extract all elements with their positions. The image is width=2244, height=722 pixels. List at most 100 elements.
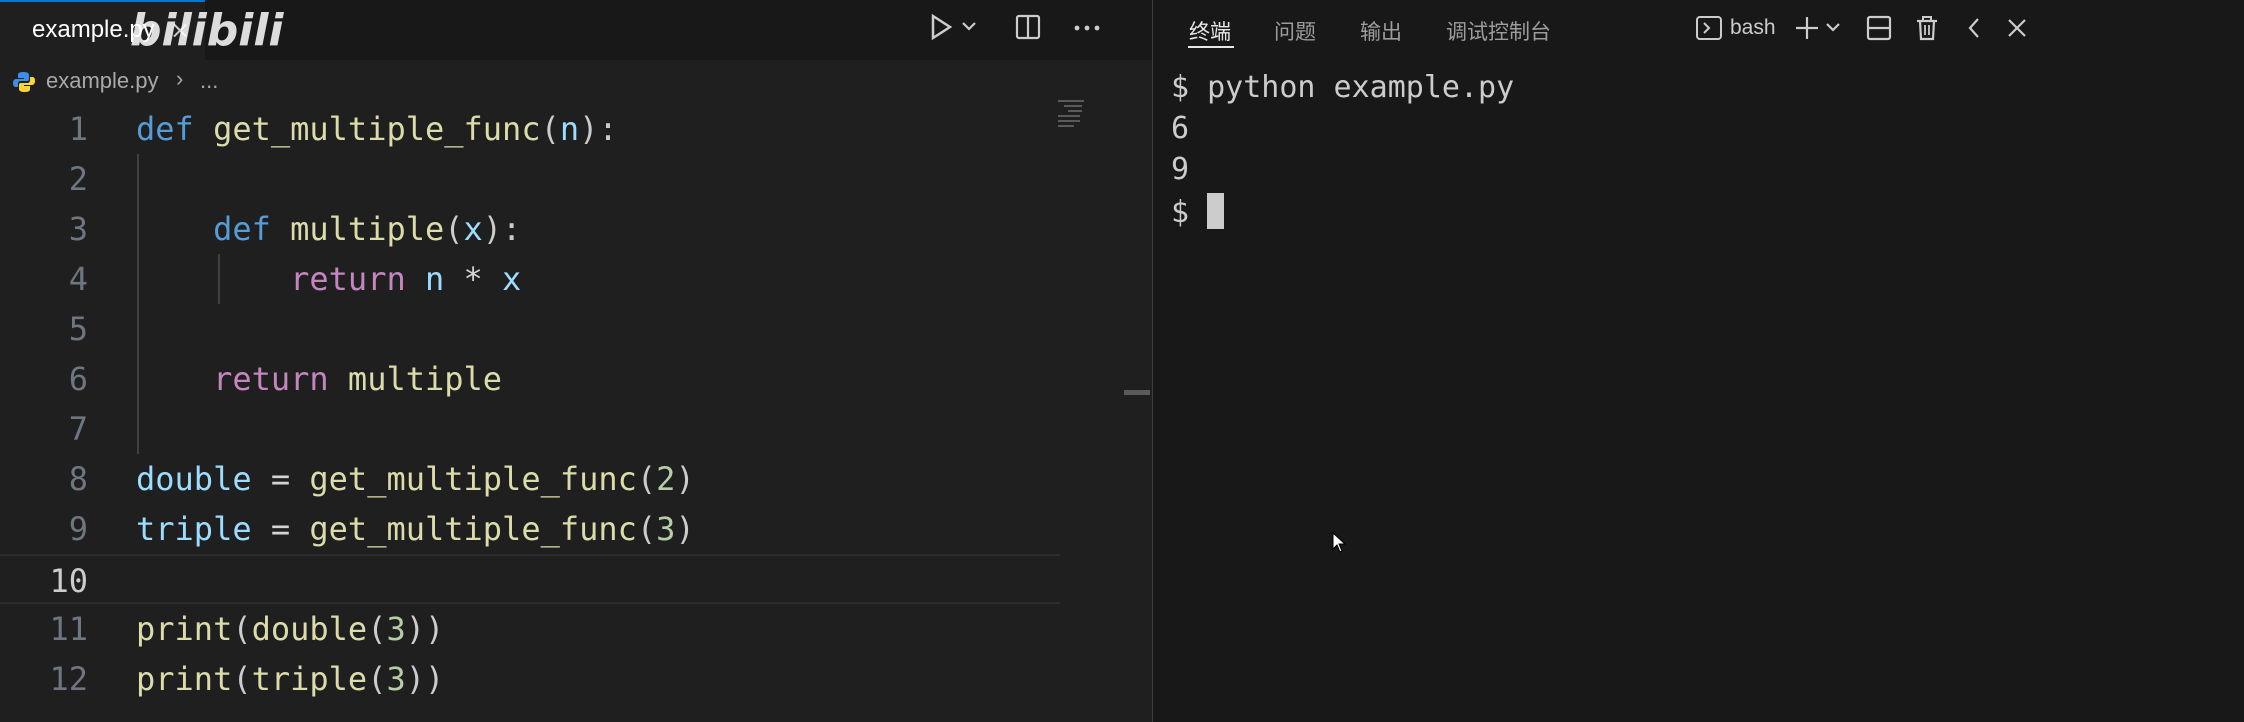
run-dropdown-icon[interactable] [960, 16, 978, 40]
terminal-line: $ python example.py [1171, 70, 1514, 105]
code-text: def multiple(x): [136, 210, 521, 248]
code-token: x [463, 210, 483, 248]
code-token: = [251, 460, 310, 498]
more-actions-icon[interactable] [1072, 12, 1102, 46]
line-number: 7 [68, 410, 88, 448]
code-token: double [251, 610, 368, 648]
code-token: ( [232, 660, 252, 698]
terminal-line: $ [1171, 193, 1225, 230]
tab-output[interactable]: 输出 [1360, 16, 1402, 46]
code-token: ): [482, 210, 522, 248]
code-token: triple [136, 510, 252, 548]
code-text: triple = get_multiple_func(3) [136, 510, 695, 548]
line-number: 3 [68, 210, 88, 248]
code-token: ( [636, 460, 657, 498]
code-token: get_multiple_func [309, 460, 637, 498]
code-token: )) [405, 610, 445, 648]
mouse-cursor-icon [1332, 532, 1347, 553]
terminal-text: $ python example.py [1171, 70, 1515, 105]
terminal-text: 6 [1171, 111, 1190, 146]
close-panel-icon[interactable] [2004, 14, 2030, 46]
code-token: 2 [656, 460, 676, 498]
code-line[interactable]: 11 print(double(3)) [0, 604, 1060, 654]
terminal-icon[interactable] [1695, 14, 1723, 46]
code-line[interactable]: 10 [0, 554, 1060, 604]
code-token: get_multiple_func [309, 510, 637, 548]
code-line[interactable]: 9 triple = get_multiple_func(3) [0, 504, 1060, 554]
terminal-panel: 终端 问题 输出 调试控制台 bash $ python example.py … [1153, 0, 2244, 722]
editor-tab-bar: example.py × bilibili [0, 0, 1152, 60]
code-line[interactable]: 12 print(triple(3)) [0, 654, 1060, 704]
code-line[interactable]: 5 [0, 304, 1060, 354]
breadcrumb-separator: › [176, 66, 184, 91]
code-token: ( [367, 610, 387, 648]
shell-name[interactable]: bash [1730, 16, 1776, 40]
split-editor-icon[interactable] [1014, 12, 1042, 46]
line-number: 1 [68, 110, 88, 148]
code-token: ) [675, 460, 695, 498]
code-token: * [444, 260, 503, 298]
code-line[interactable]: 3 def multiple(x): [0, 204, 1060, 254]
code-token: double [136, 460, 252, 498]
line-number: 8 [68, 460, 88, 498]
svg-text:bilibili: bilibili [130, 5, 284, 56]
code-token: ( [232, 610, 252, 648]
run-icon[interactable] [928, 12, 954, 46]
code-token: n [424, 260, 445, 298]
code-line[interactable]: 4 return n * x [0, 254, 1060, 304]
terminal-text: 9 [1171, 152, 1190, 187]
code-token: triple [251, 660, 368, 698]
line-number: 11 [49, 610, 88, 648]
scrollbar-marker[interactable] [1124, 390, 1150, 395]
code-text: print(triple(3)) [136, 660, 444, 698]
code-text: return multiple [136, 360, 502, 398]
breadcrumb-file[interactable]: example.py [46, 68, 159, 94]
bilibili-watermark: bilibili [130, 5, 284, 56]
trash-icon[interactable] [1913, 14, 1941, 46]
tab-problems[interactable]: 问题 [1274, 16, 1316, 46]
line-number: 10 [49, 562, 88, 600]
code-token: x [502, 260, 522, 298]
code-token: ): [579, 110, 618, 148]
code-line[interactable]: 7 [0, 404, 1060, 454]
code-line[interactable]: 6 return multiple [0, 354, 1060, 404]
terminal-cursor [1207, 193, 1225, 229]
code-line[interactable]: 8 double = get_multiple_func(2) [0, 454, 1060, 504]
code-token: return [213, 360, 329, 398]
terminal-line: 6 [1171, 111, 1189, 146]
chevron-down-icon[interactable] [1824, 18, 1842, 42]
line-number: 2 [68, 160, 88, 198]
code-token: 3 [386, 610, 406, 648]
code-token: get_multiple_func [213, 110, 541, 148]
add-icon[interactable] [1793, 14, 1821, 46]
code-text: double = get_multiple_func(2) [136, 460, 695, 498]
editor-pane: example.py × bilibili example.py › ... 1… [0, 0, 1152, 722]
code-token: multiple [347, 360, 503, 398]
line-number: 4 [68, 260, 88, 298]
minimap[interactable] [1058, 100, 1088, 140]
code-line[interactable]: 2 [0, 154, 1060, 204]
code-token: ( [367, 660, 387, 698]
line-number: 12 [49, 660, 88, 698]
panel-tab-bar: 终端 问题 输出 调试控制台 bash [1153, 0, 2244, 60]
breadcrumb: example.py › ... [0, 62, 1152, 100]
tab-debug-console[interactable]: 调试控制台 [1446, 16, 1551, 46]
line-number: 5 [68, 310, 88, 348]
chevron-left-icon[interactable] [1963, 14, 1985, 46]
breadcrumb-symbols[interactable]: ... [200, 68, 218, 94]
split-terminal-icon[interactable] [1865, 14, 1893, 46]
active-tab-indicator [1188, 46, 1234, 48]
tab-terminal[interactable]: 终端 [1189, 16, 1231, 46]
code-text: print(double(3)) [136, 610, 444, 648]
code-token: 3 [656, 510, 676, 548]
code-token: multiple [290, 210, 445, 248]
code-area[interactable]: 1 def get_multiple_func(n): 2 3 def multipl… [0, 104, 1060, 722]
code-line[interactable]: 1 def get_multiple_func(n): [0, 104, 1060, 154]
line-number: 9 [68, 510, 88, 548]
code-text: return n * x [136, 260, 521, 298]
